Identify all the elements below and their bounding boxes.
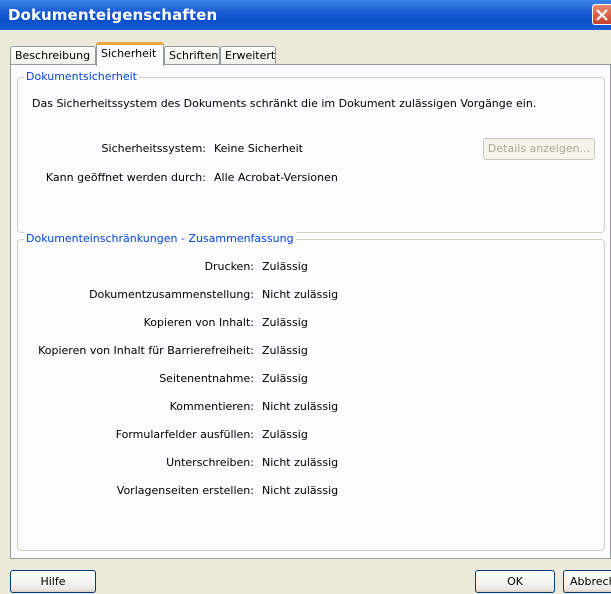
- restriction-value-signing: Nicht zulässig: [262, 456, 339, 469]
- restriction-label-template-pages: Vorlagenseiten erstellen:: [116, 484, 254, 497]
- dialog-title: Dokumenteigenschaften: [8, 6, 218, 24]
- tab-beschreibung[interactable]: Beschreibung: [10, 46, 96, 65]
- restriction-label-copy: Kopieren von Inhalt:: [143, 316, 254, 329]
- opened-by-value: Alle Acrobat-Versionen: [214, 171, 338, 184]
- restriction-label-page-extraction: Seitenentnahme:: [159, 372, 254, 385]
- close-icon: [596, 9, 608, 21]
- security-system-label: Sicherheitssystem:: [101, 142, 206, 155]
- restriction-value-assembly: Nicht zulässig: [262, 288, 339, 301]
- document-properties-dialog: Dokumenteigenschaften Beschreibung Siche…: [0, 0, 611, 594]
- document-security-group-label: Dokumentsicherheit: [24, 70, 139, 83]
- restriction-label-form-filling: Formularfelder ausfüllen:: [115, 428, 254, 441]
- opened-by-label: Kann geöffnet werden durch:: [45, 171, 206, 184]
- restrictions-summary-group: Dokumenteinschränkungen - Zusammenfassun…: [17, 232, 605, 551]
- security-system-value: Keine Sicherheit: [214, 142, 303, 155]
- restriction-label-commenting: Kommentieren:: [169, 400, 254, 413]
- title-bar[interactable]: Dokumenteigenschaften: [0, 0, 611, 30]
- tab-panel: Dokumentsicherheit Das Sicherheitssystem…: [10, 64, 611, 559]
- restriction-value-commenting: Nicht zulässig: [262, 400, 339, 413]
- tab-erweitert[interactable]: Erweitert: [220, 46, 276, 65]
- restriction-label-assembly: Dokumentzusammenstellung:: [89, 288, 254, 301]
- restriction-value-print: Zulässig: [262, 260, 308, 273]
- close-button[interactable]: [592, 4, 611, 25]
- restriction-label-print: Drucken:: [204, 260, 254, 273]
- show-details-button[interactable]: Details anzeigen...: [483, 138, 595, 160]
- tab-schriften[interactable]: Schriften: [164, 46, 220, 65]
- tab-sicherheit[interactable]: Sicherheit: [96, 42, 164, 66]
- restriction-label-copy-accessibility: Kopieren von Inhalt für Barrierefreiheit…: [38, 344, 254, 357]
- cancel-button[interactable]: Abbrechen: [563, 570, 611, 593]
- restrictions-group-label: Dokumenteinschränkungen - Zusammenfassun…: [24, 232, 296, 245]
- security-description: Das Sicherheitssystem des Dokuments schr…: [32, 97, 537, 110]
- restriction-label-signing: Unterschreiben:: [166, 456, 254, 469]
- restriction-value-copy-accessibility: Zulässig: [262, 344, 308, 357]
- ok-button[interactable]: OK: [475, 570, 555, 593]
- restriction-value-form-filling: Zulässig: [262, 428, 308, 441]
- restriction-value-template-pages: Nicht zulässig: [262, 484, 339, 497]
- restriction-value-page-extraction: Zulässig: [262, 372, 308, 385]
- document-security-group: Dokumentsicherheit Das Sicherheitssystem…: [17, 70, 605, 233]
- help-button[interactable]: Hilfe: [10, 570, 96, 593]
- restriction-value-copy: Zulässig: [262, 316, 308, 329]
